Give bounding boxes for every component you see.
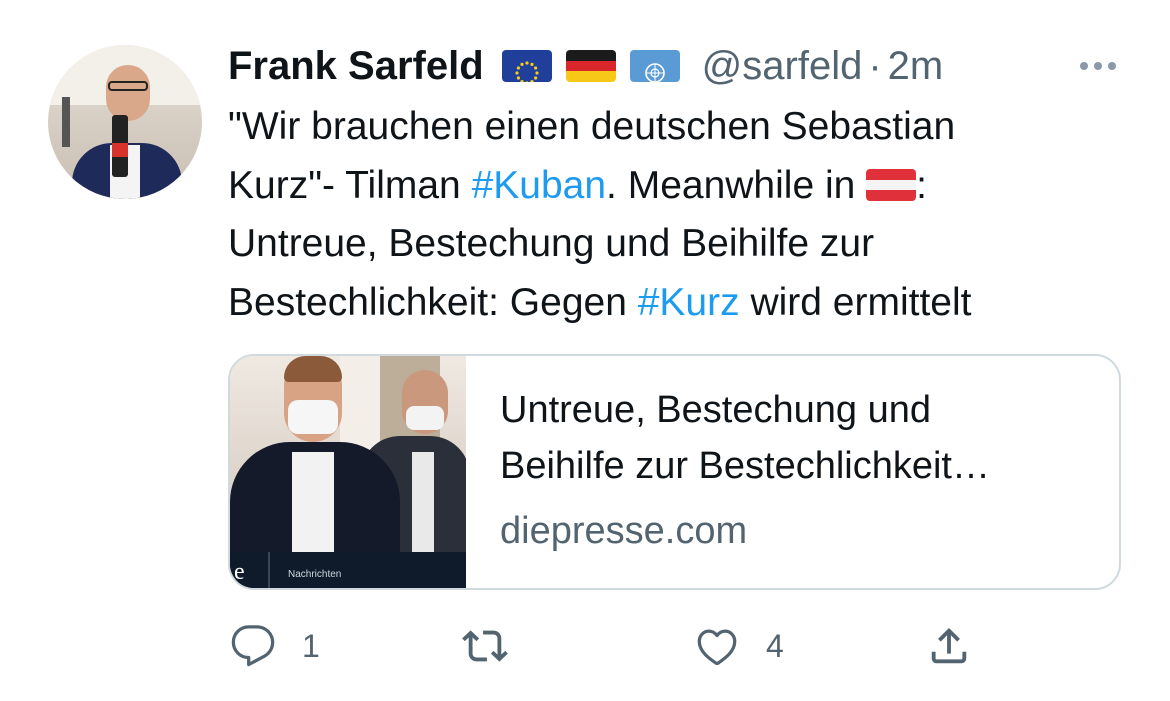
eu-flag-icon	[501, 50, 552, 82]
tweet-text-line: Bestechlichkeit: Gegen #Kurz wird ermitt…	[228, 274, 1128, 333]
reply-icon	[231, 625, 275, 667]
hashtag-link[interactable]: #Kurz	[638, 281, 740, 324]
tweet-text-segment: wird ermittelt	[739, 280, 972, 324]
tweet-text: "Wir brauchen einen deutschen Sebastian …	[228, 98, 1128, 332]
tweet-text-segment: :	[916, 163, 928, 207]
author-handle[interactable]: @sarfeld	[702, 40, 863, 92]
tweet-timestamp[interactable]: 2m	[888, 40, 944, 92]
thumbnail-caption-bar: e Nachrichten	[230, 552, 466, 588]
thumbnail-caption: Nachrichten	[288, 569, 342, 580]
thumbnail-shirt-left	[292, 452, 334, 552]
avatar-face	[106, 65, 150, 121]
share-icon	[931, 627, 967, 664]
author-avatar[interactable]	[48, 45, 202, 199]
heart-icon	[697, 629, 737, 666]
more-options-icon[interactable]	[1080, 50, 1116, 82]
header-separator: ·	[868, 44, 882, 88]
reply-count: 1	[302, 627, 320, 664]
card-title[interactable]: Untreue, Bestechung und Beihilfe zur Bes…	[500, 382, 1099, 494]
card-domain: diepresse.com	[500, 510, 748, 552]
thumbnail-shirt-right	[412, 452, 434, 552]
thumbnail-mask-left	[288, 400, 338, 434]
un-flag-icon	[629, 50, 680, 82]
tweet-text-segment: . Meanwhile in	[606, 163, 867, 207]
link-preview-card[interactable]: e Nachrichten Untreue, Bestechung und Be…	[228, 354, 1121, 590]
author-flags	[501, 50, 680, 82]
tweet-actions: 1 4	[228, 618, 1008, 674]
card-title-line: Beihilfe zur Bestechlichkeit…	[500, 445, 990, 487]
thumbnail-logo: e	[234, 559, 245, 585]
tweet-text-line: Kurz"- Tilman #Kuban. Meanwhile in :	[228, 157, 1128, 216]
avatar-bottle-label	[112, 143, 128, 157]
like-button[interactable]: 4	[694, 618, 784, 674]
tweet-text-segment: Bestechlichkeit: Gegen	[228, 280, 638, 324]
like-count: 4	[766, 627, 784, 664]
thumbnail-divider	[268, 552, 270, 588]
reply-button[interactable]: 1	[230, 618, 320, 674]
thumbnail-hair-left	[284, 356, 342, 382]
tweet-header: Frank Sarfeld @sarfeld · 2m	[228, 40, 1122, 92]
tweet-text-line: Untreue, Bestechung und Beihilfe zur	[228, 222, 875, 265]
hashtag-link[interactable]: #Kuban	[472, 164, 606, 207]
austria-flag-icon	[866, 168, 917, 201]
card-body: Untreue, Bestechung und Beihilfe zur Bes…	[500, 382, 1099, 556]
share-button[interactable]	[926, 618, 972, 674]
avatar-tripod	[62, 97, 70, 147]
tweet-text-segment: Kurz"- Tilman	[228, 163, 472, 207]
avatar-glasses	[108, 81, 148, 91]
germany-flag-icon	[565, 50, 616, 82]
tweet-text-line: "Wir brauchen einen deutschen Sebastian	[228, 105, 956, 148]
retweet-icon	[462, 630, 508, 662]
author-name[interactable]: Frank Sarfeld	[228, 40, 484, 92]
retweet-button[interactable]	[462, 618, 534, 674]
card-title-line: Untreue, Bestechung und	[500, 389, 931, 431]
thumbnail-mask-right	[406, 406, 444, 430]
card-thumbnail: e Nachrichten	[230, 356, 466, 588]
